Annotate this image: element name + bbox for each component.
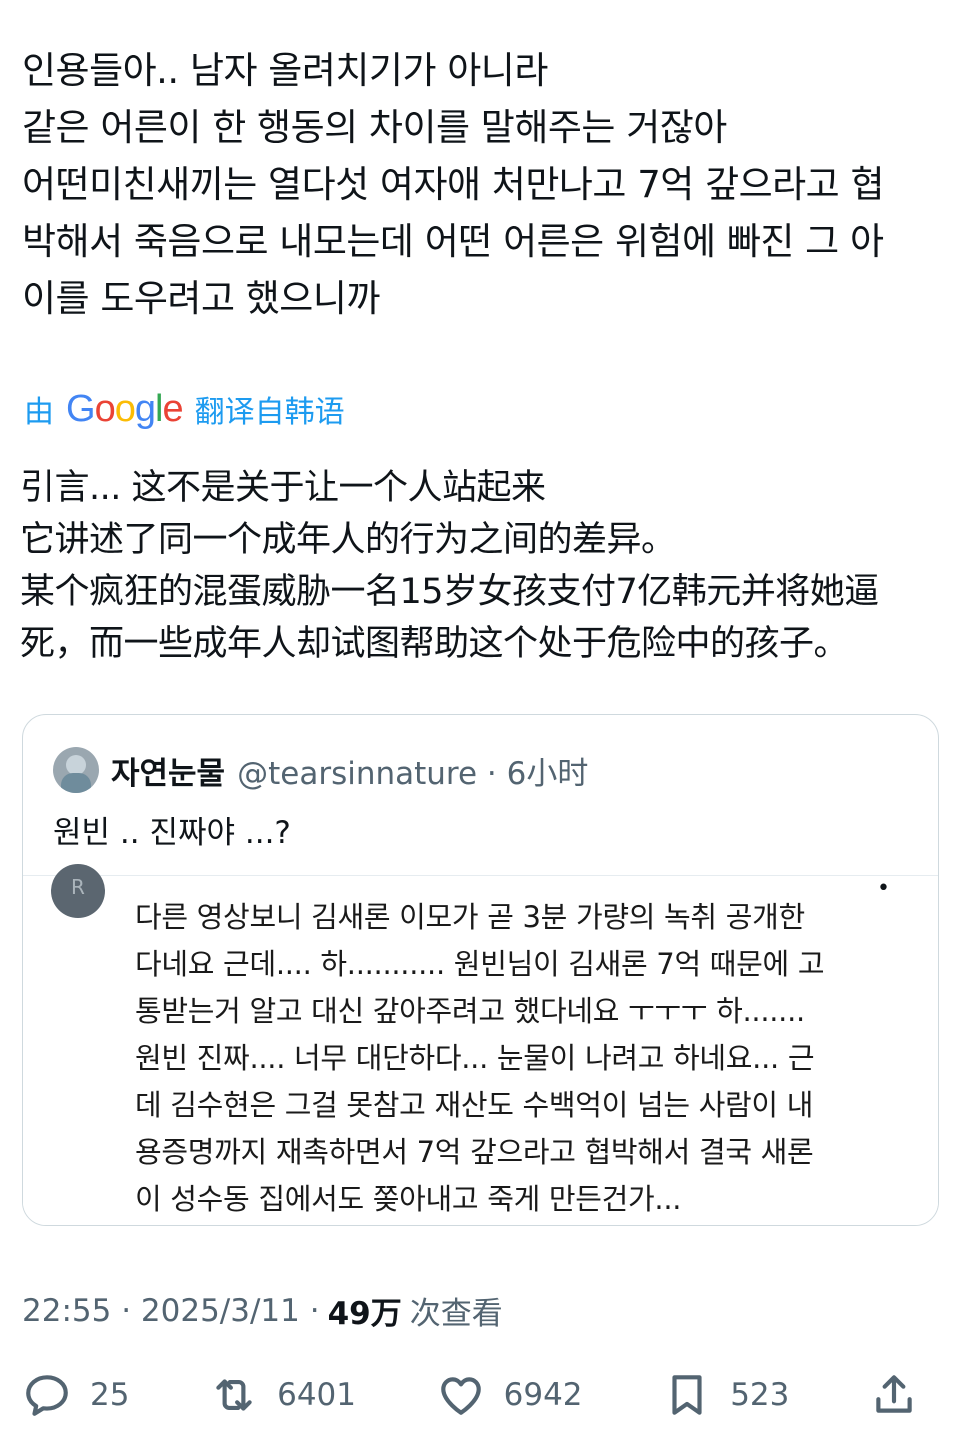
embed-text: 다른 영상보니 김새론 이모가 곧 3분 가량의 녹취 공개한 다네요 근데..… [135, 894, 915, 1223]
tweet-line: 死，而一些成年人却试图帮助这个处于危险中的孩子。 [20, 624, 849, 664]
view-count: 49万 [327, 1296, 402, 1332]
tweet-line: 어떤미친새끼는 열다섯 여자애 처만나고 7억 갚으라고 협 [22, 163, 885, 206]
like-count: 6942 [503, 1377, 583, 1413]
embed-line: 데 김수현은 그걸 못참고 재산도 수백억이 넘는 사람이 내 [135, 1088, 814, 1122]
like-button[interactable]: 6942 [436, 1370, 583, 1420]
embed-line: 원빈 진짜.... 너무 대단하다... 눈물이 나려고 하네요... 근 [135, 1041, 815, 1075]
embed-line: 이 성수동 집에서도 쫒아내고 죽게 만든건가... [135, 1182, 682, 1216]
share-icon [876, 1375, 912, 1413]
bookmark-button[interactable]: 523 [662, 1370, 789, 1420]
translation-by-label: 由 [24, 395, 54, 430]
bookmark-count: 523 [730, 1377, 790, 1413]
reply-count: 25 [90, 1377, 130, 1413]
tweet-translated-text: 引言... 这不是关于让一个人站起来 它讲述了同一个成年人的行为之间的差异。 某… [20, 462, 940, 670]
like-icon [440, 1377, 481, 1415]
view-label: 次查看 [409, 1296, 503, 1332]
avatar[interactable] [53, 747, 99, 793]
tweet-line: 이를 도우려고 했으니까 [22, 277, 380, 320]
bookmark-icon [672, 1375, 702, 1415]
embed-line: 다른 영상보니 김새론 이모가 곧 3분 가량의 녹취 공개한 [135, 900, 805, 934]
tweet-line: 인용들아.. 남자 올려치기가 아니라 [22, 49, 548, 92]
quoted-tweet-text: 원빈 .. 진짜야 ...? [53, 815, 291, 851]
tweet-timestamp[interactable]: 22:55 · 2025/3/11 · [22, 1293, 320, 1329]
reply-button[interactable]: 25 [22, 1370, 129, 1420]
translation-source-label: 翻译自韩语 [194, 395, 345, 430]
tweet-korean-text: 인용들아.. 남자 올려치기가 아니라 같은 어른이 한 행동의 차이를 말해주… [22, 42, 942, 327]
quoted-author-name[interactable]: 자연눈물 [111, 748, 225, 793]
tweet-line: 引言... 这不是关于让一个人站起来 [20, 468, 546, 508]
quoted-screenshot: R • 다른 영상보니 김새론 이모가 곧 3분 가량의 녹취 공개한 다네요 … [23, 864, 938, 1225]
retweet-icon [216, 1379, 252, 1411]
tweet-line: 박해서 죽음으로 내모는데 어떤 어른은 위험에 빠진 그 아 [22, 220, 884, 263]
translation-attribution[interactable]: 由 Google 翻译自韩语 [24, 384, 345, 434]
retweet-button[interactable]: 6401 [209, 1370, 356, 1420]
reply-icon [26, 1375, 68, 1416]
quoted-tweet-card[interactable]: 자연눈물 @tearsinnature · 6小时 원빈 .. 진짜야 ...?… [22, 714, 939, 1226]
retweet-count: 6401 [277, 1377, 356, 1413]
embed-line: 다네요 근데.... 하........... 원빈님이 김새론 7억 때문에 … [135, 947, 825, 981]
embed-avatar: R [51, 864, 105, 918]
quoted-author-handle: @tearsinnature · 6小时 [237, 755, 589, 792]
tweet-meta: 22:55 · 2025/3/11 · 49万 次查看 [22, 1288, 503, 1333]
share-button[interactable] [869, 1370, 937, 1420]
embed-line: 통받는거 알고 대신 갚아주려고 했다네요 ㅜㅜㅜ 하....... [135, 994, 805, 1028]
tweet-line: 它讲述了同一个成年人的行为之间的差异。 [20, 520, 676, 560]
quoted-tweet-header: 자연눈물 @tearsinnature · 6小时 [53, 745, 588, 795]
embed-line: 용증명까지 재촉하면서 7억 갚으라고 협박해서 결국 새론 [135, 1135, 814, 1169]
google-logo: Google [66, 387, 184, 430]
tweet-line: 某个疯狂的混蛋威胁一名15岁女孩支付7亿韩元并将她逼 [20, 572, 879, 612]
tweet-action-bar: 25 6401 6942 523 [22, 1360, 937, 1430]
tweet-line: 같은 어른이 한 행동의 차이를 말해주는 거잖아 [22, 106, 727, 149]
